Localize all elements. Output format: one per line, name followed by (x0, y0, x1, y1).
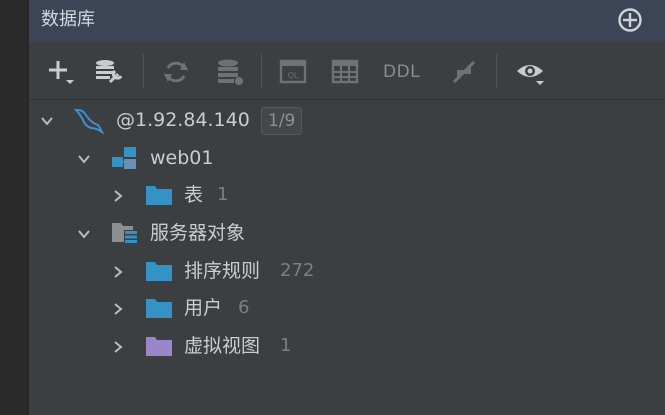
collations-label: 排序规则 (184, 260, 261, 282)
schema-count-badge: 1/9 (261, 107, 303, 135)
schema-sync-icon[interactable] (215, 56, 245, 88)
tree-node-collations[interactable]: 排序规则 272 (29, 252, 665, 289)
tables-count: 1 (217, 184, 229, 205)
folder-icon (145, 183, 173, 211)
data-source-properties-icon[interactable] (93, 56, 125, 88)
tree-node-connection[interactable]: @1.92.84.140 1/9 (29, 101, 665, 138)
chevron-right-icon[interactable] (111, 301, 125, 315)
tables-label: 表 (184, 184, 204, 206)
crosshair-add-icon[interactable] (617, 7, 643, 33)
virtual-views-label: 虚拟视图 (184, 335, 261, 357)
tree-node-virtual-views[interactable]: 虚拟视图 1 (29, 327, 665, 364)
refresh-icon[interactable] (162, 56, 190, 88)
server-objects-label: 服务器对象 (150, 222, 246, 244)
tree-node-server-objects[interactable]: 服务器对象 (29, 214, 665, 251)
panel-title: 数据库 (41, 9, 95, 30)
virtual-views-count: 1 (280, 335, 292, 356)
server-objects-icon (111, 220, 141, 250)
chevron-right-icon[interactable] (111, 188, 125, 202)
users-label: 用户 (184, 297, 223, 319)
add-icon[interactable] (47, 56, 77, 88)
mysql-dolphin-icon (73, 106, 105, 138)
toolbar-separator (261, 54, 262, 88)
toolbar-separator (496, 54, 497, 88)
chevron-down-icon[interactable] (77, 151, 91, 165)
chevron-down-icon[interactable] (77, 226, 91, 240)
ddl-button[interactable]: DDL (383, 56, 429, 88)
chevron-right-icon[interactable] (111, 264, 125, 278)
toolbar-separator (143, 54, 144, 88)
toolbar: QL DDL (29, 42, 665, 100)
chevron-down-icon[interactable] (40, 113, 54, 127)
jump-icon[interactable] (449, 56, 479, 88)
left-tool-strip (0, 0, 28, 415)
collations-count: 272 (280, 260, 315, 281)
ddl-label: DDL (383, 62, 421, 82)
table-icon[interactable] (331, 56, 359, 88)
tree-node-users[interactable]: 用户 6 (29, 289, 665, 326)
folder-icon (145, 296, 173, 324)
query-console-icon[interactable]: QL (279, 56, 307, 88)
database-panel: 数据库 QL DDL @1.92.84.140 1/9 web01 表 1 服务… (29, 0, 665, 415)
tree-node-schema[interactable]: web01 (29, 139, 665, 176)
users-count: 6 (238, 297, 250, 318)
chevron-right-icon[interactable] (111, 339, 125, 353)
purple-folder-icon (145, 334, 173, 362)
panel-header: 数据库 (29, 0, 665, 42)
schema-label: web01 (150, 147, 214, 169)
connection-label: @1.92.84.140 (116, 109, 250, 131)
schema-icon (111, 145, 139, 175)
view-options-icon[interactable] (515, 56, 547, 88)
folder-icon (145, 259, 173, 287)
tree-node-tables[interactable]: 表 1 (29, 176, 665, 213)
svg-text:QL: QL (288, 71, 299, 80)
